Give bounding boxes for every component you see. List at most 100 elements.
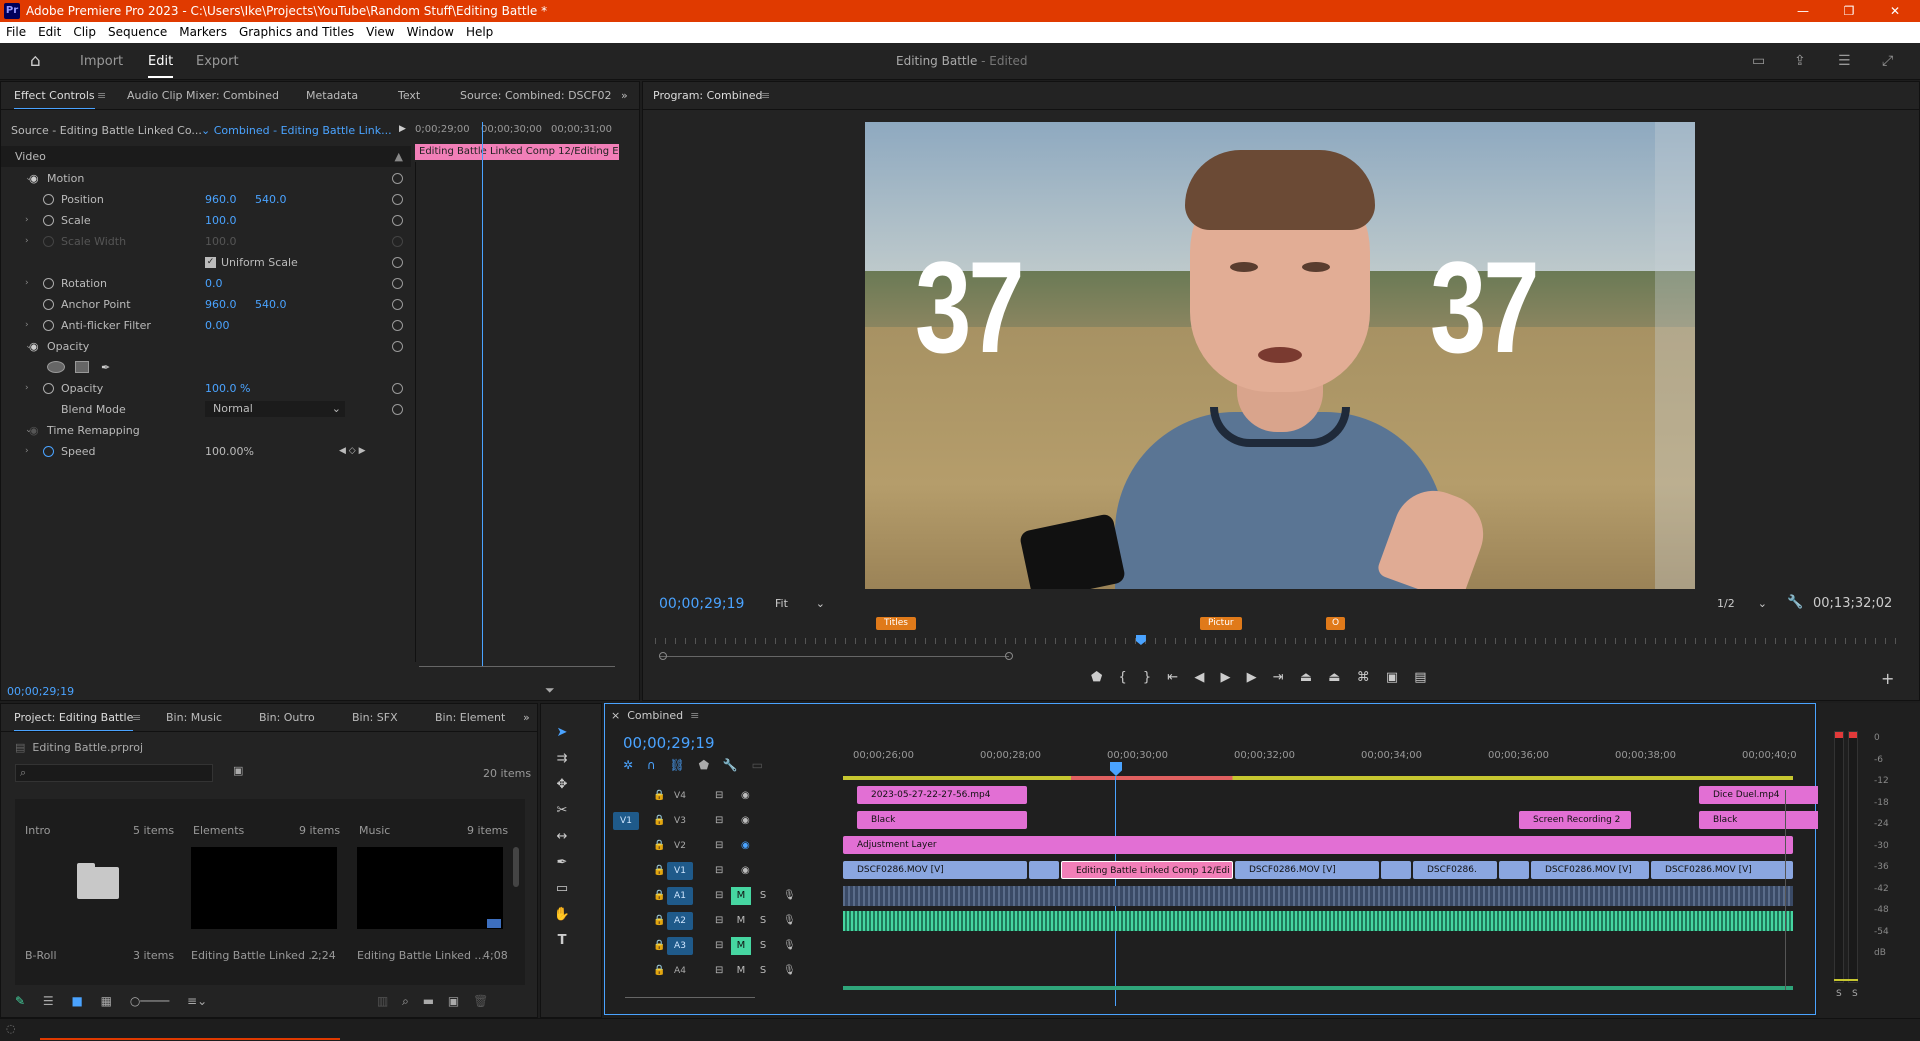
- folder-icon[interactable]: [77, 867, 119, 899]
- mark-out-icon[interactable]: }: [1143, 670, 1151, 685]
- eye-off-icon[interactable]: ◉: [741, 834, 750, 858]
- sort-icon[interactable]: ≡⌄: [187, 994, 207, 1008]
- tab-bin-outro[interactable]: Bin: Outro: [259, 704, 315, 731]
- program-zoom-bar[interactable]: [659, 656, 1009, 657]
- scale-value[interactable]: 100.0: [205, 210, 237, 231]
- tab-project[interactable]: Project: Editing Battle: [14, 704, 134, 731]
- clip-v1-selected[interactable]: Editing Battle Linked Comp 12/Edi: [1061, 861, 1233, 879]
- list-view-icon[interactable]: ☰: [43, 994, 54, 1008]
- project-scrollbar[interactable]: [513, 847, 519, 887]
- timeline-zoom-bar[interactable]: [625, 997, 755, 998]
- meter-solo-right[interactable]: S: [1852, 989, 1858, 999]
- reset-icon[interactable]: [392, 341, 403, 352]
- freeform-view-icon[interactable]: ▦: [101, 994, 112, 1008]
- track-select-tool-icon[interactable]: ⇉: [553, 750, 571, 768]
- tab-bin-music[interactable]: Bin: Music: [166, 704, 222, 731]
- eye-icon[interactable]: ◉: [741, 809, 750, 833]
- audio-clip-a1[interactable]: [843, 886, 1793, 906]
- new-search-bin-icon[interactable]: ▣: [233, 764, 243, 777]
- stopwatch-icon[interactable]: [43, 215, 54, 226]
- new-bin-icon[interactable]: ▬: [423, 994, 434, 1008]
- hand-tool-icon[interactable]: ✋: [553, 906, 571, 924]
- meter-solo-left[interactable]: S: [1836, 989, 1842, 999]
- extract-icon[interactable]: ⏏: [1328, 670, 1340, 685]
- rectangle-tool-icon[interactable]: ▭: [553, 880, 571, 898]
- mute-button[interactable]: M: [731, 962, 751, 980]
- lock-icon[interactable]: 🔒: [653, 834, 665, 858]
- position-x-value[interactable]: 960.0: [205, 189, 237, 210]
- timeline-playhead-handle[interactable]: [1110, 762, 1122, 776]
- sync-lock-icon[interactable]: ⊟: [715, 809, 723, 833]
- anchor-x-value[interactable]: 960.0: [205, 294, 237, 315]
- menu-markers[interactable]: Markers: [173, 22, 233, 43]
- position-y-value[interactable]: 540.0: [255, 189, 287, 210]
- clip-v1[interactable]: [1029, 861, 1059, 879]
- captions-icon[interactable]: ▭: [752, 758, 763, 772]
- solo-button[interactable]: S: [753, 887, 773, 905]
- clip-thumbnail[interactable]: [357, 847, 503, 929]
- stopwatch-icon[interactable]: [43, 299, 54, 310]
- menu-sequence[interactable]: Sequence: [102, 22, 173, 43]
- opacity-value[interactable]: 100.0 %: [205, 378, 250, 399]
- selection-tool-icon[interactable]: ➤: [553, 724, 571, 742]
- slip-tool-icon[interactable]: ↔: [553, 828, 571, 846]
- filter-icon[interactable]: ⏷: [545, 683, 555, 698]
- lock-icon[interactable]: 🔒: [653, 809, 665, 833]
- clip-thumbnail[interactable]: [191, 847, 337, 929]
- project-menu-icon[interactable]: ≡: [132, 704, 141, 731]
- more-tabs-icon[interactable]: »: [523, 704, 530, 731]
- tab-effect-controls[interactable]: Effect Controls: [14, 82, 95, 109]
- timeline-timecode[interactable]: 00;00;29;19: [623, 734, 715, 752]
- fit-dropdown[interactable]: Fit ⌄: [769, 595, 829, 613]
- ec-zoom-bar[interactable]: [419, 666, 615, 667]
- stopwatch-icon[interactable]: [43, 278, 54, 289]
- menu-clip[interactable]: Clip: [67, 22, 102, 43]
- tab-audio-clip-mixer[interactable]: Audio Clip Mixer: Combined: [127, 82, 279, 109]
- audio-clip-a2[interactable]: [843, 911, 1793, 931]
- menu-help[interactable]: Help: [460, 22, 499, 43]
- fx-visibility-icon[interactable]: ◉: [29, 420, 39, 441]
- program-video-frame[interactable]: 37 37: [865, 122, 1695, 589]
- clip-v1[interactable]: DSCF0286.: [1413, 861, 1497, 879]
- antiflicker-value[interactable]: 0.00: [205, 315, 230, 336]
- program-ruler[interactable]: [655, 638, 1901, 644]
- sync-lock-icon[interactable]: ⊟: [715, 859, 723, 883]
- lock-icon[interactable]: 🔒: [653, 934, 665, 958]
- sync-lock-icon[interactable]: ⊟: [715, 884, 723, 908]
- sync-lock-icon[interactable]: ⊟: [715, 959, 723, 983]
- reset-icon[interactable]: [392, 320, 403, 331]
- blend-mode-select[interactable]: Normal ⌄: [205, 401, 345, 417]
- fx-time-remapping[interactable]: ⌄ ◉ Time Remapping: [1, 420, 411, 441]
- wrench-icon[interactable]: 🔧: [1787, 595, 1803, 610]
- reset-icon[interactable]: [392, 215, 403, 226]
- bin-music-name[interactable]: Music: [359, 824, 390, 837]
- menu-file[interactable]: File: [0, 22, 32, 43]
- pen-mask-icon[interactable]: ✒: [101, 357, 110, 378]
- marker-pictur[interactable]: Pictur: [1200, 617, 1242, 630]
- share-icon[interactable]: ⇪: [1794, 43, 1806, 80]
- clip-v1[interactable]: DSCF0286.MOV [V]: [1531, 861, 1649, 879]
- menu-window[interactable]: Window: [401, 22, 460, 43]
- uniform-scale-checkbox[interactable]: ✓: [205, 257, 216, 268]
- bin-elements-name[interactable]: Elements: [193, 824, 244, 837]
- solo-button[interactable]: S: [753, 912, 773, 930]
- ec-clip-bar[interactable]: Editing Battle Linked Comp 12/Editing E: [415, 144, 619, 160]
- eye-icon[interactable]: ◉: [741, 784, 750, 808]
- timeline-vertical-scroll[interactable]: [1785, 790, 1786, 990]
- mic-icon[interactable]: 🎙: [783, 959, 796, 983]
- sync-lock-icon[interactable]: ⊟: [715, 784, 723, 808]
- mute-button[interactable]: M: [731, 887, 751, 905]
- timeline-ruler[interactable]: 00;00;26;00 00;00;28;00 00;00;30;00 00;00;3…: [843, 744, 1797, 772]
- solo-button[interactable]: S: [753, 962, 773, 980]
- tab-import[interactable]: Import: [80, 43, 123, 80]
- rotation-value[interactable]: 0.0: [205, 273, 223, 294]
- reset-icon[interactable]: [392, 194, 403, 205]
- close-window-button[interactable]: ✕: [1872, 0, 1918, 22]
- sync-lock-icon[interactable]: ⊟: [715, 909, 723, 933]
- menu-graphics[interactable]: Graphics and Titles: [233, 22, 360, 43]
- lift-icon[interactable]: ⏏: [1300, 670, 1312, 685]
- reset-icon[interactable]: [392, 299, 403, 310]
- home-icon[interactable]: ⌂: [30, 43, 41, 80]
- marker-o[interactable]: O: [1326, 617, 1346, 630]
- sequence-clip-dropdown[interactable]: ⌄ Combined - Editing Battle Link...: [201, 124, 392, 137]
